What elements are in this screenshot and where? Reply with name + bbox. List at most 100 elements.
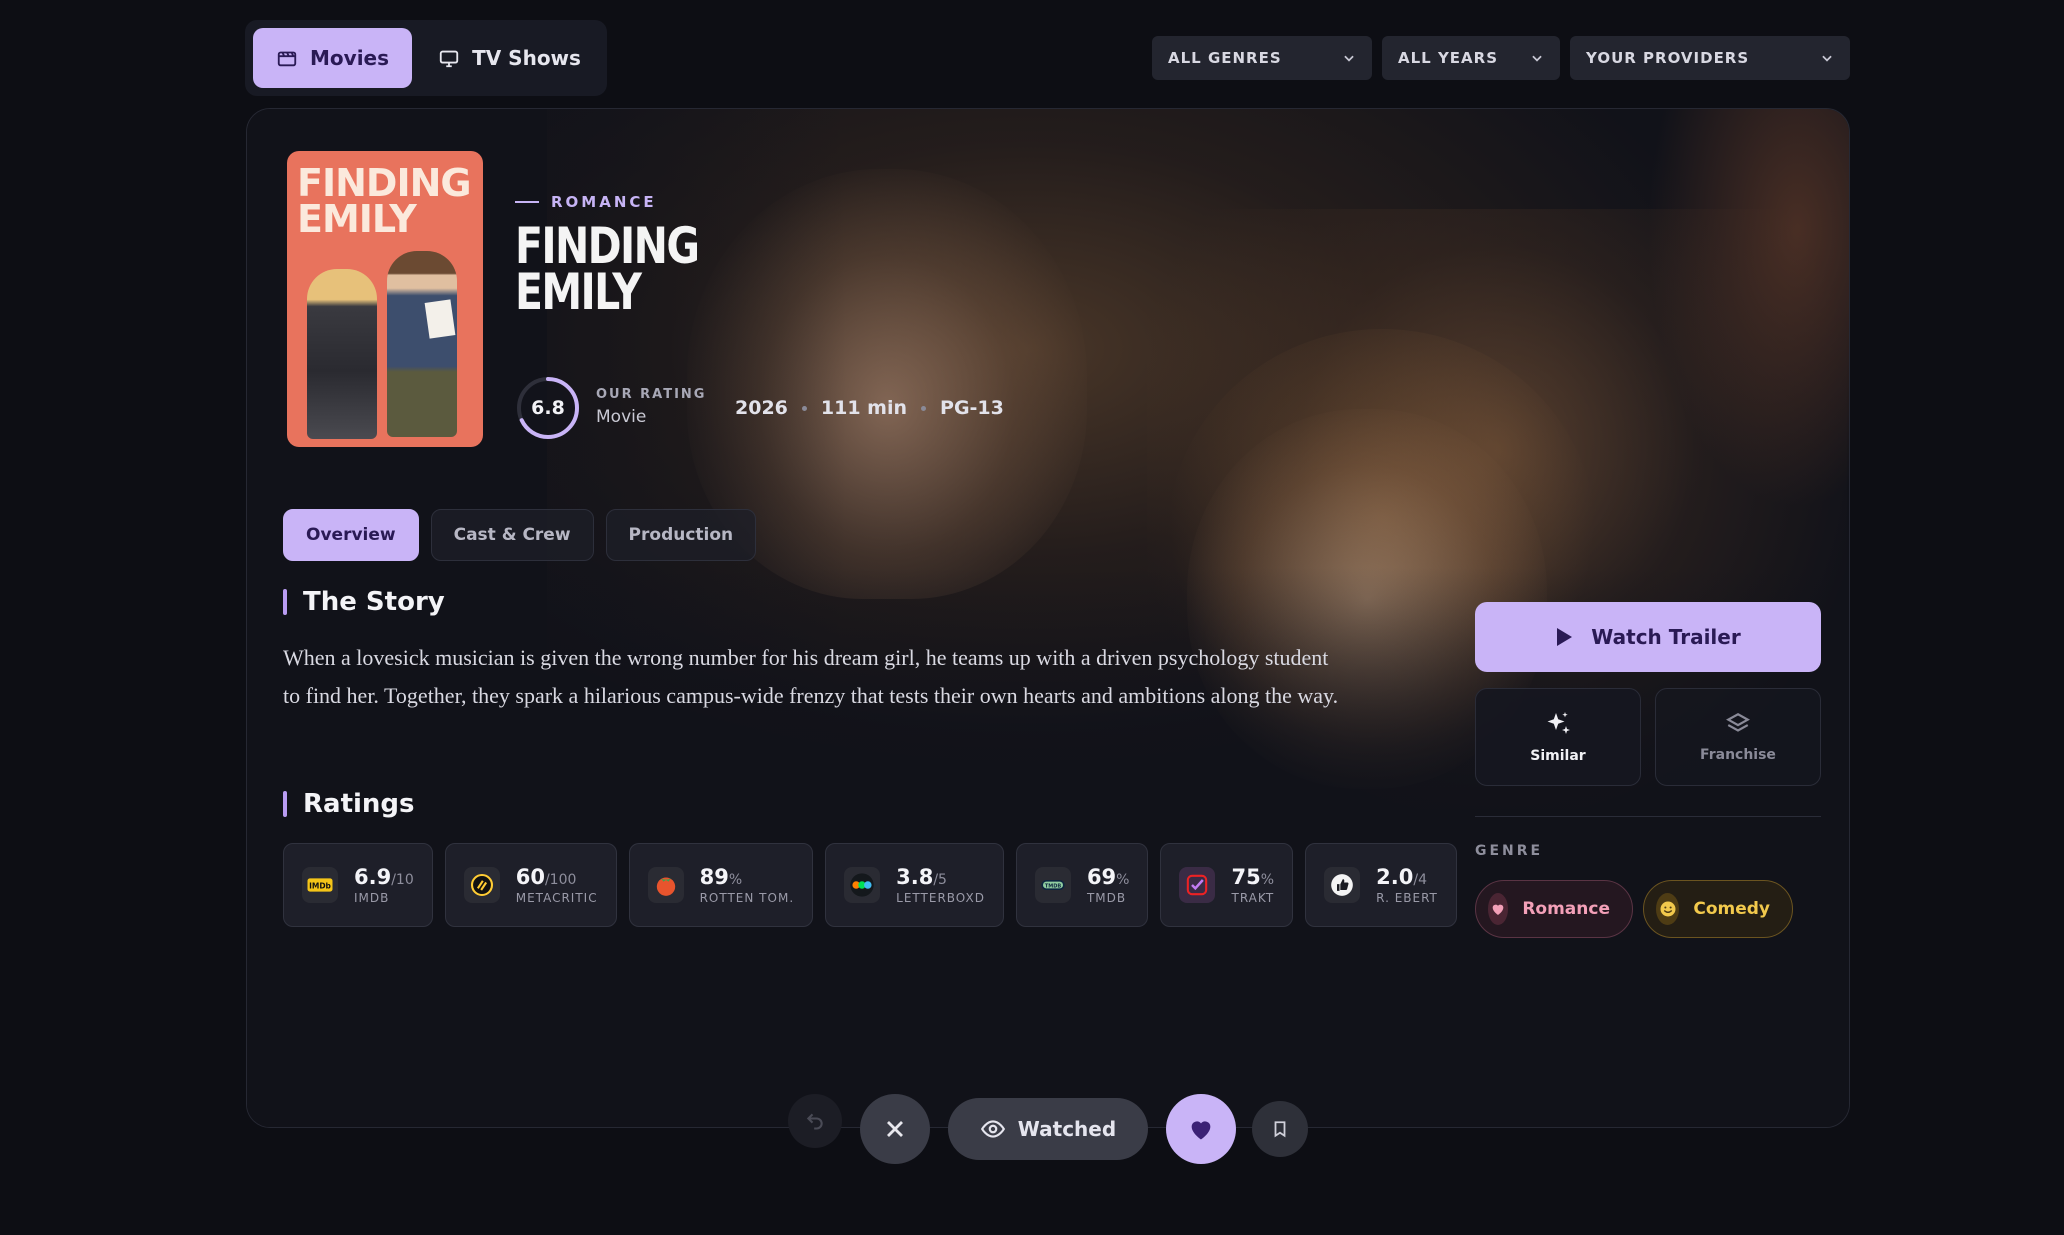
our-rating-ring: 6.8 bbox=[515, 375, 581, 441]
svg-text:IMDb: IMDb bbox=[309, 881, 331, 890]
title-logo: FINDING EMILY bbox=[515, 217, 700, 321]
letterboxd-label: LETTERBOXD bbox=[896, 891, 985, 905]
ratings-list: IMDb 6.9/10 IMDB 60/100 METACRITIC 89% R… bbox=[283, 843, 1457, 927]
letterboxd-value: 3.8 bbox=[896, 865, 934, 889]
imdb-value: 6.9 bbox=[354, 865, 392, 889]
movie-meta: 2026 111 min PG-13 bbox=[735, 397, 1004, 419]
story-heading: The Story bbox=[283, 587, 445, 617]
watched-label: Watched bbox=[1017, 1117, 1117, 1141]
heart-icon bbox=[1191, 1121, 1211, 1140]
media-type-switch: Movies TV Shows bbox=[245, 20, 607, 96]
tmdb-icon: TMDB bbox=[1034, 867, 1071, 903]
watch-trailer-label: Watch Trailer bbox=[1591, 625, 1741, 649]
similar-button[interactable]: Similar bbox=[1475, 688, 1641, 786]
watchlist-button[interactable] bbox=[1252, 1101, 1308, 1157]
story-text: When a lovesick musician is given the wr… bbox=[283, 645, 1339, 708]
like-button[interactable] bbox=[1166, 1094, 1236, 1164]
chevron-down-icon bbox=[1532, 55, 1542, 62]
thumbs-up-icon bbox=[1324, 867, 1361, 903]
franchise-button[interactable]: Franchise bbox=[1655, 688, 1821, 786]
film-icon bbox=[277, 51, 297, 67]
tmdb-suffix: % bbox=[1116, 872, 1130, 888]
our-rating-label: OUR RATING bbox=[596, 387, 707, 402]
rotten-tomatoes-label: ROTTEN TOM. bbox=[699, 891, 795, 905]
chevron-down-icon bbox=[1344, 55, 1354, 62]
smile-icon bbox=[1656, 893, 1680, 925]
tv-shows-tab[interactable]: TV Shows bbox=[420, 28, 599, 88]
rating-tile-imdb[interactable]: IMDb 6.9/10 IMDB bbox=[283, 843, 433, 927]
tv-icon bbox=[439, 50, 459, 68]
svg-text:TMDB: TMDB bbox=[1045, 884, 1062, 890]
ebert-value: 2.0 bbox=[1376, 865, 1414, 889]
heart-icon bbox=[1488, 893, 1509, 925]
rating-tile-letterboxd[interactable]: 3.8/5 LETTERBOXD bbox=[825, 843, 1004, 927]
genre-chip-romance-label: Romance bbox=[1522, 899, 1610, 919]
imdb-label: IMDB bbox=[354, 891, 390, 905]
providers-filter[interactable]: YOUR PROVIDERS bbox=[1570, 36, 1850, 80]
certification: PG-13 bbox=[940, 397, 1004, 419]
tv-shows-tab-label: TV Shows bbox=[472, 46, 581, 70]
trakt-label: TRAKT bbox=[1231, 891, 1275, 905]
similar-label: Similar bbox=[1530, 748, 1586, 764]
genre-heading: GENRE bbox=[1475, 843, 1544, 859]
rating-tile-ebert[interactable]: 2.0/4 R. EBERT bbox=[1305, 843, 1457, 927]
undo-button[interactable] bbox=[788, 1094, 842, 1148]
app-page: Movies TV Shows ALL GENRES ALL YEARS YOU… bbox=[0, 0, 2064, 1235]
genres-filter[interactable]: ALL GENRES bbox=[1152, 36, 1372, 80]
trakt-value: 75 bbox=[1231, 865, 1261, 889]
poster-title: FINDING EMILY bbox=[297, 161, 472, 241]
franchise-label: Franchise bbox=[1700, 747, 1776, 763]
rating-tile-rotten-tomatoes[interactable]: 89% ROTTEN TOM. bbox=[628, 843, 814, 927]
rating-tile-trakt[interactable]: 75% TRAKT bbox=[1160, 843, 1294, 927]
years-filter-label: ALL YEARS bbox=[1398, 49, 1499, 67]
ratings-heading-text: Ratings bbox=[303, 789, 415, 819]
layers-icon bbox=[1726, 713, 1750, 732]
genre-tag: ROMANCE bbox=[515, 193, 657, 211]
watch-trailer-button[interactable]: Watch Trailer bbox=[1475, 602, 1821, 672]
metacritic-suffix: /100 bbox=[544, 872, 577, 888]
runtime: 111 min bbox=[820, 397, 908, 419]
genres-filter-label: ALL GENRES bbox=[1168, 49, 1282, 67]
letterboxd-icon bbox=[844, 867, 881, 903]
dismiss-button[interactable] bbox=[860, 1094, 930, 1164]
chevron-down-icon bbox=[1822, 55, 1832, 62]
rating-tile-tmdb[interactable]: TMDB 69% TMDB bbox=[1015, 843, 1149, 927]
trakt-icon bbox=[1179, 867, 1216, 903]
tab-overview[interactable]: Overview bbox=[283, 509, 419, 561]
trakt-suffix: % bbox=[1260, 872, 1275, 888]
ebert-suffix: /4 bbox=[1413, 872, 1427, 888]
genre-chip-comedy[interactable]: Comedy bbox=[1643, 880, 1793, 938]
rotten-tomatoes-value: 89 bbox=[699, 865, 729, 889]
imdb-suffix: /10 bbox=[391, 872, 414, 888]
rotten-tomatoes-suffix: % bbox=[728, 872, 743, 888]
close-icon bbox=[887, 1121, 903, 1137]
our-rating-value: 6.8 bbox=[531, 397, 565, 419]
tmdb-value: 69 bbox=[1086, 865, 1117, 889]
genre-chip-comedy-label: Comedy bbox=[1693, 899, 1770, 919]
movie-poster: FINDING EMILY bbox=[287, 151, 483, 447]
movies-tab[interactable]: Movies bbox=[253, 28, 413, 88]
tab-production[interactable]: Production bbox=[605, 509, 757, 561]
genre-chip-romance[interactable]: Romance bbox=[1475, 880, 1633, 938]
ebert-label: R. EBERT bbox=[1376, 891, 1438, 905]
watched-button[interactable]: Watched bbox=[948, 1098, 1148, 1160]
sparkle-icon bbox=[1547, 712, 1570, 734]
metacritic-label: METACRITIC bbox=[515, 891, 598, 905]
letterboxd-suffix: /5 bbox=[933, 872, 947, 888]
tomato-icon bbox=[647, 867, 684, 903]
ratings-heading: Ratings bbox=[283, 789, 415, 819]
imdb-icon: IMDb bbox=[302, 867, 338, 903]
story-heading-text: The Story bbox=[303, 587, 445, 617]
rating-tile-metacritic[interactable]: 60/100 METACRITIC bbox=[444, 843, 617, 927]
release-year: 2026 bbox=[735, 397, 788, 419]
genre-tag-label: ROMANCE bbox=[551, 193, 657, 211]
metacritic-icon bbox=[463, 867, 500, 903]
detail-tabs: Overview Cast & Crew Production bbox=[283, 509, 757, 561]
years-filter[interactable]: ALL YEARS bbox=[1382, 36, 1560, 80]
providers-filter-label: YOUR PROVIDERS bbox=[1586, 49, 1750, 67]
tmdb-label: TMDB bbox=[1086, 891, 1127, 905]
play-icon bbox=[1557, 628, 1573, 646]
tab-cast-crew[interactable]: Cast & Crew bbox=[430, 509, 594, 561]
metacritic-value: 60 bbox=[515, 865, 545, 889]
side-divider bbox=[1475, 816, 1821, 817]
